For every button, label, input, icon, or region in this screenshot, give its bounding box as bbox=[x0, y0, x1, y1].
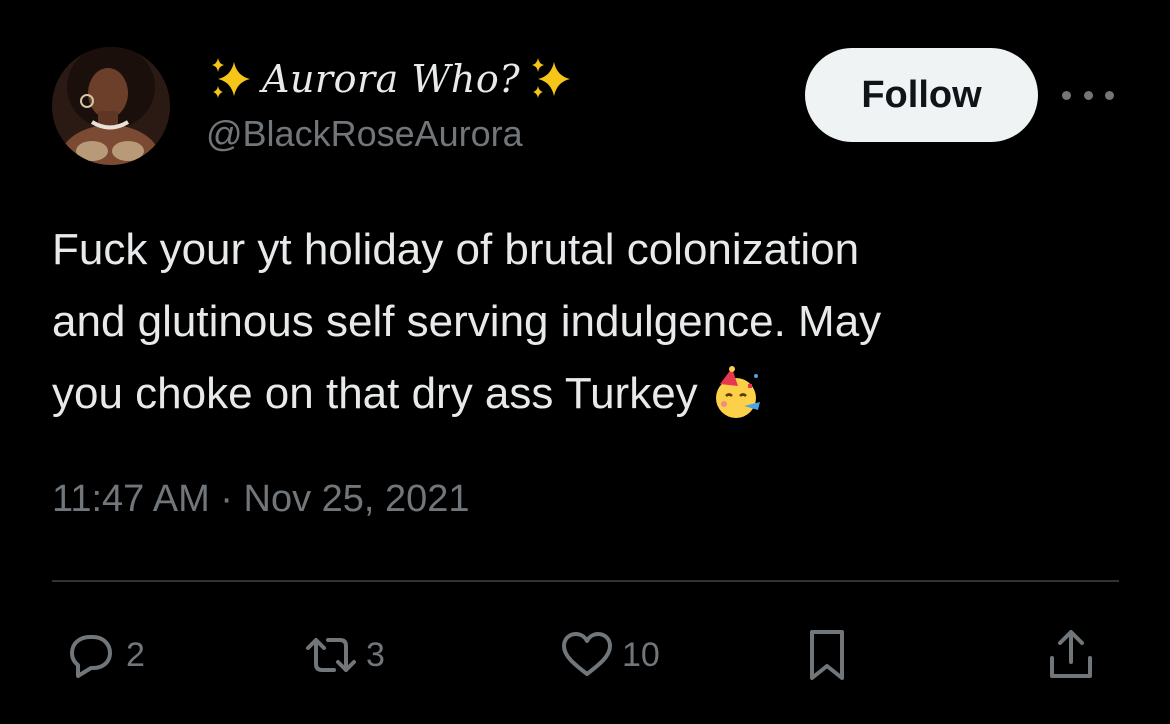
retweet-icon bbox=[306, 638, 356, 672]
dot bbox=[1062, 90, 1071, 100]
sparkles-icon bbox=[532, 58, 571, 98]
display-name-text: Aurora Who? bbox=[262, 57, 521, 101]
action-bar: 2 3 10 bbox=[52, 620, 1119, 690]
tweet-date: Nov 25, 2021 bbox=[243, 478, 470, 520]
tweet-line: you choke on that dry ass Turkey bbox=[52, 358, 1132, 430]
follow-button[interactable]: Follow bbox=[805, 48, 1038, 142]
tweet-line: Fuck your yt holiday of brutal colonizat… bbox=[52, 225, 860, 274]
dot bbox=[1083, 90, 1093, 100]
like-count: 10 bbox=[622, 635, 660, 674]
more-icon[interactable] bbox=[1062, 80, 1114, 110]
reply-icon bbox=[70, 635, 112, 678]
retweet-button[interactable]: 3 bbox=[302, 620, 385, 690]
divider bbox=[52, 580, 1119, 582]
sparkles-icon bbox=[212, 58, 250, 98]
avatar[interactable] bbox=[52, 47, 170, 165]
partying-face-emoji-icon bbox=[715, 366, 760, 418]
reply-button[interactable]: 2 bbox=[62, 620, 145, 690]
tweet-line-text: you choke on that dry ass Turkey bbox=[52, 369, 698, 418]
user-handle[interactable]: @BlackRoseAurora bbox=[206, 113, 523, 155]
reply-count: 2 bbox=[126, 635, 145, 674]
retweet-count: 3 bbox=[366, 635, 385, 674]
display-name[interactable]: Aurora Who? bbox=[206, 50, 576, 108]
meta-separator: · bbox=[220, 478, 233, 520]
tweet-text: Fuck your yt holiday of brutal colonizat… bbox=[52, 214, 1132, 430]
tweet-line: and glutinous self serving indulgence. M… bbox=[52, 297, 882, 346]
bookmark-icon bbox=[810, 630, 844, 680]
tweet-timestamp[interactable]: 11:47 AM · Nov 25, 2021 bbox=[52, 478, 470, 521]
heart-icon bbox=[562, 632, 612, 676]
tweet-time: 11:47 AM bbox=[52, 478, 210, 520]
share-icon bbox=[1050, 630, 1092, 678]
bookmark-button[interactable] bbox=[798, 620, 856, 690]
share-button[interactable] bbox=[1042, 620, 1100, 690]
like-button[interactable]: 10 bbox=[558, 620, 660, 690]
dot bbox=[1105, 90, 1114, 100]
